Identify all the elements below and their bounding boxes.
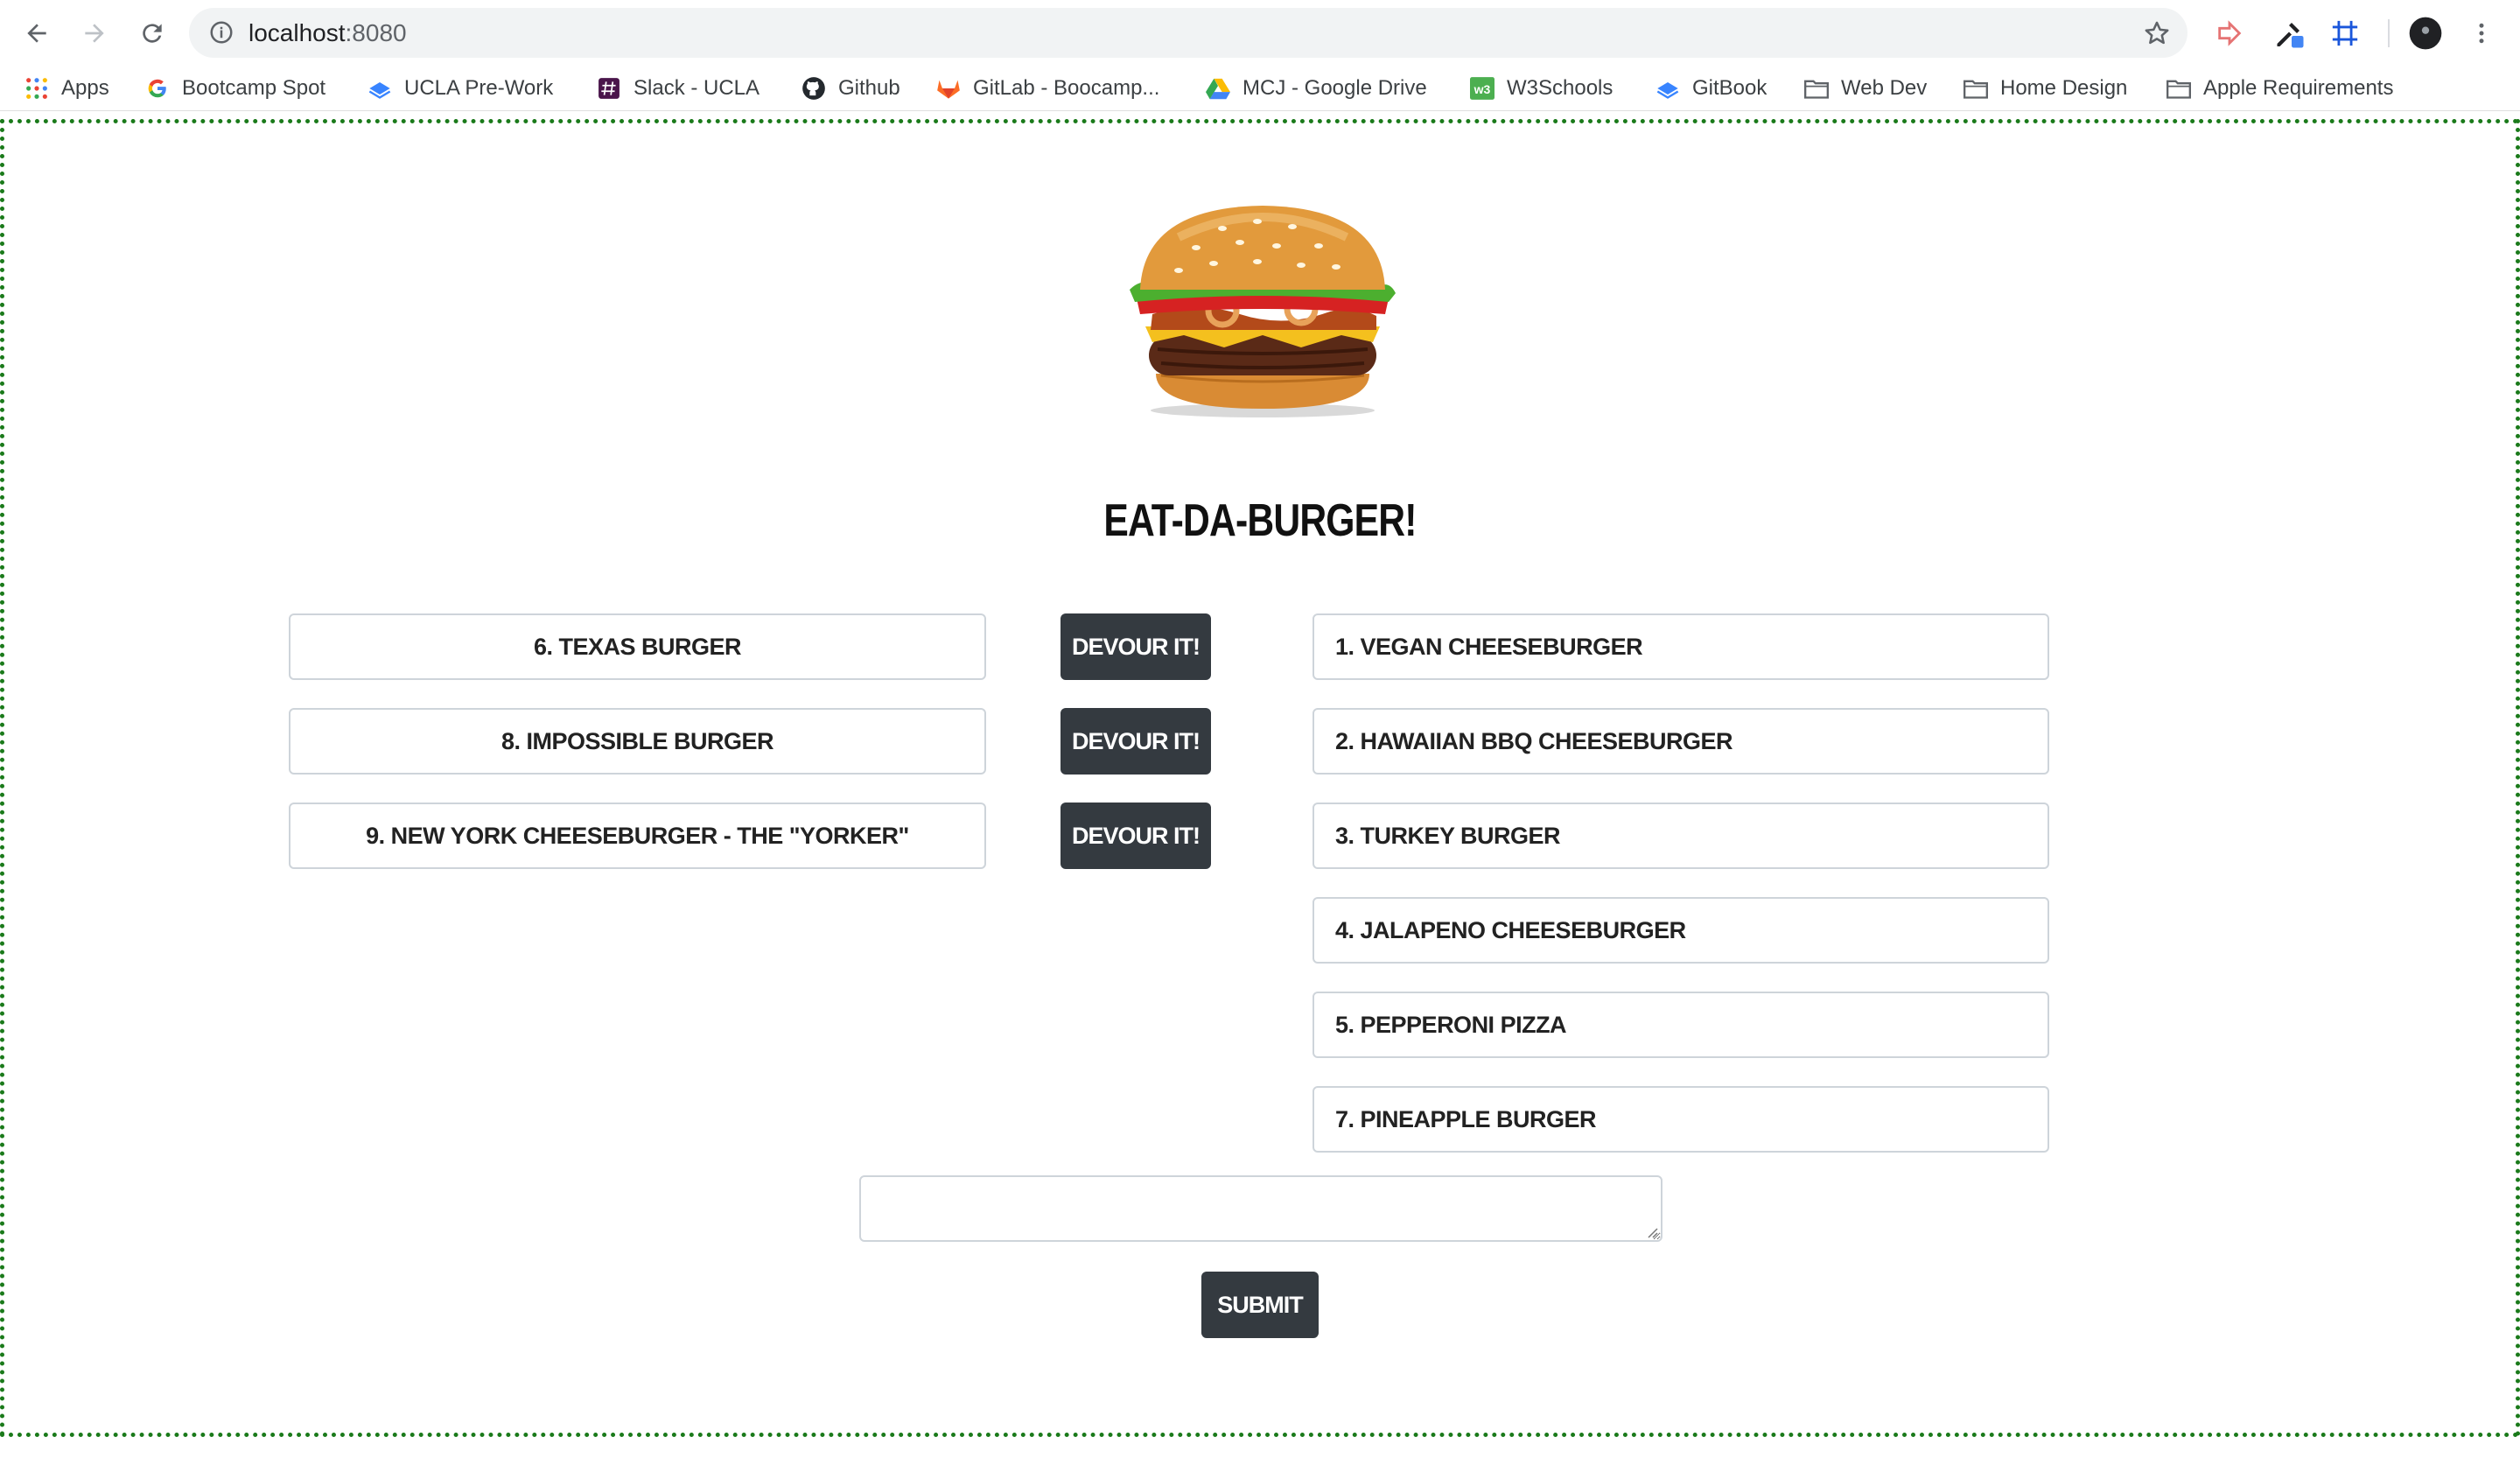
bookmark-label: W3Schools [1507, 76, 1614, 100]
bookmark-label: Apple Requirements [2203, 76, 2394, 100]
reload-button[interactable] [131, 12, 173, 54]
back-button[interactable] [16, 12, 58, 54]
forward-arrow-icon [85, 24, 104, 43]
bookmark-w3schools[interactable]: w3 W3Schools [1470, 67, 1613, 110]
forward-button[interactable] [74, 12, 116, 54]
slack-icon [597, 76, 621, 101]
devour-button[interactable]: DEVOUR IT! [1060, 708, 1211, 775]
extension-button[interactable] [2268, 12, 2310, 54]
gitbook-icon [368, 76, 392, 101]
bookmark-label: GitBook [1692, 76, 1768, 100]
uneaten-burger-item: 6. TEXAS BURGER [289, 613, 986, 680]
menu-button[interactable] [2460, 12, 2502, 54]
folder-icon [1964, 76, 1988, 101]
bookmark-mcj-google-drive[interactable]: MCJ - Google Drive [1206, 67, 1427, 110]
bookmark-label: Slack - UCLA [634, 76, 760, 100]
w3schools-icon: w3 [1470, 76, 1494, 101]
info-icon [210, 21, 233, 44]
url-host: localhost [248, 19, 346, 46]
folder-icon [1804, 76, 1829, 101]
devoured-burger-item: 5. PEPPERONI PIZZA [1312, 992, 2049, 1058]
color-picker-icon [2277, 23, 2304, 48]
address-bar[interactable]: localhost:8080 [189, 8, 2188, 58]
bookmark-label: GitLab - Boocamp... [973, 76, 1160, 100]
bookmark-bootcamp-spot[interactable]: Bootcamp Spot [145, 67, 326, 110]
grid-ruler-icon [2332, 20, 2358, 46]
toolbar-divider [2388, 19, 2390, 47]
url-text: localhost:8080 [248, 8, 407, 58]
bookmark-label: Web Dev [1841, 76, 1928, 100]
bookmark-label: Bootcamp Spot [182, 76, 326, 100]
bookmark-slack-ucla[interactable]: Slack - UCLA [597, 67, 760, 110]
github-icon [802, 76, 826, 101]
gitlab-icon [936, 76, 961, 101]
google-icon [145, 76, 170, 101]
bookmark-apps[interactable]: Apps [24, 67, 109, 110]
svg-text:w3: w3 [1474, 82, 1491, 96]
extension-button[interactable] [2324, 12, 2366, 54]
bookmark-gitbook[interactable]: GitBook [1656, 67, 1767, 110]
uneaten-burger-item: 9. NEW YORK CHEESEBURGER - THE "YORKER" [289, 803, 986, 869]
bookmark-github[interactable]: Github [802, 67, 900, 110]
devour-button[interactable]: DEVOUR IT! [1060, 803, 1211, 869]
uneaten-burger-item: 8. IMPOSSIBLE BURGER [289, 708, 986, 775]
folder-icon [2166, 76, 2191, 101]
devoured-burger-item: 3. TURKEY BURGER [1312, 803, 2049, 869]
devoured-burger-item: 1. VEGAN CHEESEBURGER [1312, 613, 2049, 680]
back-arrow-icon [27, 24, 46, 43]
gitbook-icon [1656, 76, 1680, 101]
submit-button[interactable]: SUBMIT [1201, 1272, 1319, 1338]
browser-toolbar: localhost:8080 [0, 0, 2520, 67]
profile-avatar[interactable] [2404, 12, 2446, 54]
new-burger-input[interactable] [859, 1175, 1662, 1242]
devour-button[interactable]: DEVOUR IT! [1060, 613, 1211, 680]
avatar-icon [2409, 17, 2442, 50]
devoured-burger-item: 7. PINEAPPLE BURGER [1312, 1086, 2049, 1153]
kebab-menu-icon [2479, 23, 2484, 44]
burger-logo-image [1130, 206, 1396, 417]
bookmark-ucla-pre-work[interactable]: UCLA Pre-Work [368, 67, 553, 110]
bookmarks-bar: Apps Bootcamp Spot UCLA Pre-Work Slack -… [0, 67, 2520, 111]
bookmark-home-design[interactable]: Home Design [1964, 67, 2127, 110]
bookmark-label: Home Design [2000, 76, 2128, 100]
bookmark-web-dev[interactable]: Web Dev [1804, 67, 1927, 110]
devoured-burger-item: 4. JALAPENO CHEESEBURGER [1312, 897, 2049, 964]
cast-arrow-icon [2218, 20, 2242, 46]
url-port: :8080 [345, 19, 407, 46]
devoured-burger-item: 2. HAWAIIAN BBQ CHEESEBURGER [1312, 708, 2049, 775]
bookmark-label: UCLA Pre-Work [404, 76, 554, 100]
google-drive-icon [1206, 76, 1230, 101]
bookmark-label: MCJ - Google Drive [1242, 76, 1427, 100]
bookmark-apple-requirements[interactable]: Apple Requirements [2166, 67, 2393, 110]
bookmark-gitlab[interactable]: GitLab - Boocamp... [936, 67, 1159, 110]
page-viewport: EAT-DA-BURGER! 6. TEXAS BURGER DEVOUR IT… [0, 119, 2520, 1437]
bookmark-label: Apps [61, 76, 109, 100]
page-title: EAT-DA-BURGER! [1103, 495, 1417, 546]
resize-grip-icon[interactable] [1644, 1224, 1658, 1238]
reload-icon [143, 24, 162, 43]
bookmark-star-icon[interactable] [2142, 18, 2172, 48]
bookmark-label: Github [838, 76, 900, 100]
extension-button[interactable] [2208, 12, 2250, 54]
apps-grid-icon [24, 76, 49, 101]
